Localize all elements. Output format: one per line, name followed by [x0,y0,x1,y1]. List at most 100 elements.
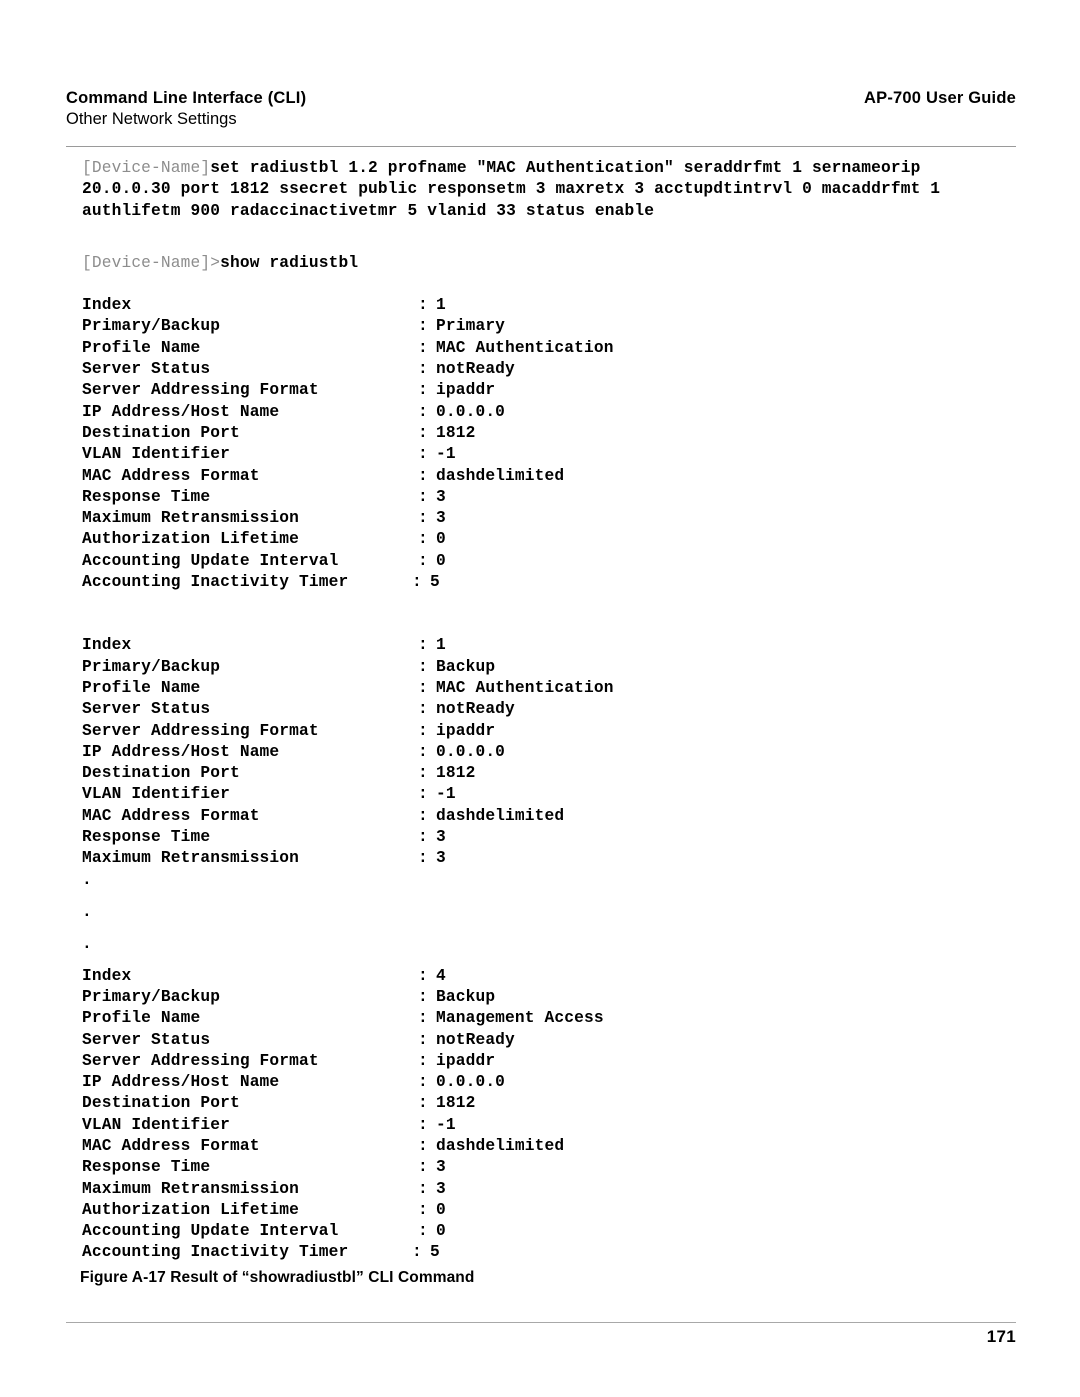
row-key: VLAN Identifier [82,785,230,804]
row-key: Destination Port [82,764,240,783]
row-separator: : [418,1222,428,1241]
row-key: MAC Address Format [82,806,260,825]
ellipsis-dot: . [82,934,92,953]
row-separator: : [418,1115,428,1134]
row-key: Maximum Retransmission [82,849,300,868]
row-key: IP Address/Host Name [82,742,280,761]
row-key: Maximum Retransmission [82,509,300,528]
row-key: Response Time [82,487,211,506]
table-row: Accounting Update Interval:0 [66,1221,1026,1242]
row-separator: : [418,1200,428,1219]
row-value: dashdelimited [436,806,565,825]
row-value: ipaddr [436,381,496,400]
row-key: MAC Address Format [82,1136,260,1155]
row-value: 3 [436,1158,446,1177]
row-key: Index [82,966,132,985]
table-row: Response Time:3 [66,1157,1026,1178]
cli-set-command-line-1: [Device-Name]set radiustbl 1.2 profname … [66,158,1026,179]
row-value: 5 [430,573,440,592]
row-value: 0 [436,530,446,549]
row-separator: : [418,764,428,783]
row-key: Primary/Backup [82,987,221,1006]
row-key: Destination Port [82,1094,240,1113]
table-row: Index:1 [66,295,1026,316]
row-key: Server Status [82,700,211,719]
table-row: Server Addressing Format: ipaddr [66,1051,1026,1072]
row-key: Profile Name [82,1009,201,1028]
row-value: 0 [436,1200,446,1219]
row-separator: : [418,445,428,464]
row-key: Response Time [82,828,211,847]
row-separator: : [418,742,428,761]
radius-entry-block-3: Index:4 Primary/Backup: Backup Profile Na… [66,966,1026,1264]
row-separator: : [418,1073,428,1092]
header-divider [66,146,1016,147]
header-top-row: Command Line Interface (CLI) AP-700 User… [66,88,1016,108]
ellipsis-group: . . . [66,870,1026,966]
table-row: Maximum Retransmission:3 [66,848,1026,869]
row-separator: : [418,987,428,1006]
row-value: 0 [436,551,446,570]
row-value: 0 [436,1222,446,1241]
table-row: MAC Address Format: dashdelimited [66,806,1026,827]
table-row: IP Address/Host Name:0.0.0.0 [66,742,1026,763]
row-value: 0.0.0.0 [436,402,506,421]
table-row: Profile Name: Management Access [66,1008,1026,1029]
table-row: Server Addressing Format: ipaddr [66,721,1026,742]
table-row: Server Status: notReady [66,359,1026,380]
row-key: Profile Name [82,338,201,357]
table-row: Maximum Retransmission:3 [66,508,1026,529]
row-separator: : [418,1009,428,1028]
device-prompt-show: [Device-Name]> [82,253,221,272]
row-key: VLAN Identifier [82,1115,230,1134]
section-subtitle: Other Network Settings [66,110,237,128]
row-key: IP Address/Host Name [82,1073,280,1092]
row-separator: : [418,551,428,570]
table-row: Maximum Retransmission:3 [66,1179,1026,1200]
running-header: Command Line Interface (CLI) AP-700 User… [66,88,1016,130]
row-key: VLAN Identifier [82,445,230,464]
cli-show-command-text: show radiustbl [220,253,359,272]
table-row: Destination Port:1812 [66,763,1026,784]
row-value: 1812 [436,1094,476,1113]
row-separator: : [418,785,428,804]
table-row: MAC Address Format: dashdelimited [66,466,1026,487]
table-row: IP Address/Host Name:0.0.0.0 [66,402,1026,423]
row-value: notReady [436,1030,515,1049]
cli-command-text-1: set radiustbl 1.2 profname "MAC Authenti… [210,159,921,177]
row-value: ipaddr [436,721,496,740]
row-separator: : [418,1094,428,1113]
row-value: 3 [436,487,446,506]
row-key: Destination Port [82,423,240,442]
row-value: -1 [436,445,456,464]
row-value: 0.0.0.0 [436,1073,506,1092]
row-value: dashdelimited [436,466,565,485]
row-separator: : [418,657,428,676]
cli-transcript: [Device-Name]set radiustbl 1.2 profname … [66,158,1026,1264]
page-title: Command Line Interface (CLI) [66,89,307,107]
row-key: Authorization Lifetime [82,1200,300,1219]
row-value: 4 [436,966,446,985]
table-row: Primary/Backup: Primary [66,316,1026,337]
row-key: Server Addressing Format [82,1051,319,1070]
row-value: 3 [436,849,446,868]
table-row: Response Time:3 [66,827,1026,848]
row-separator: : [418,806,428,825]
cli-set-command-line-2: 20.0.0.30 port 1812 ssecret public respo… [82,180,941,199]
table-row: Primary/Backup: Backup [66,657,1026,678]
row-separator: : [418,530,428,549]
page-number: 171 [986,1327,1016,1346]
row-value: dashdelimited [436,1136,565,1155]
row-separator: : [418,849,428,868]
row-separator: : [418,678,428,697]
row-key: Server Status [82,1030,211,1049]
table-row: Accounting Inactivity Timer:5 [66,572,1026,593]
row-separator: : [418,636,428,655]
row-key: Primary/Backup [82,317,221,336]
table-row: Response Time:3 [66,487,1026,508]
row-key: Authorization Lifetime [82,530,300,549]
row-separator: : [418,700,428,719]
